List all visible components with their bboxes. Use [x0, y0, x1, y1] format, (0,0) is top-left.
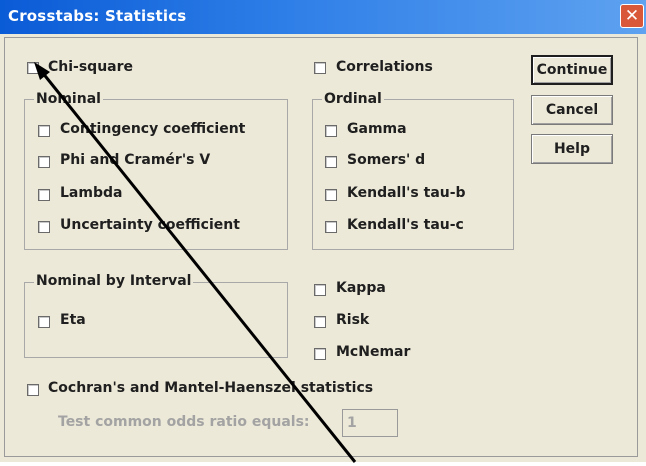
- crosstabs-statistics-dialog: Crosstabs: Statistics ✕ Chi-square Corre…: [0, 0, 646, 463]
- pointer-arrow-annotation: [34, 62, 357, 463]
- arrow-shaft: [40, 71, 357, 463]
